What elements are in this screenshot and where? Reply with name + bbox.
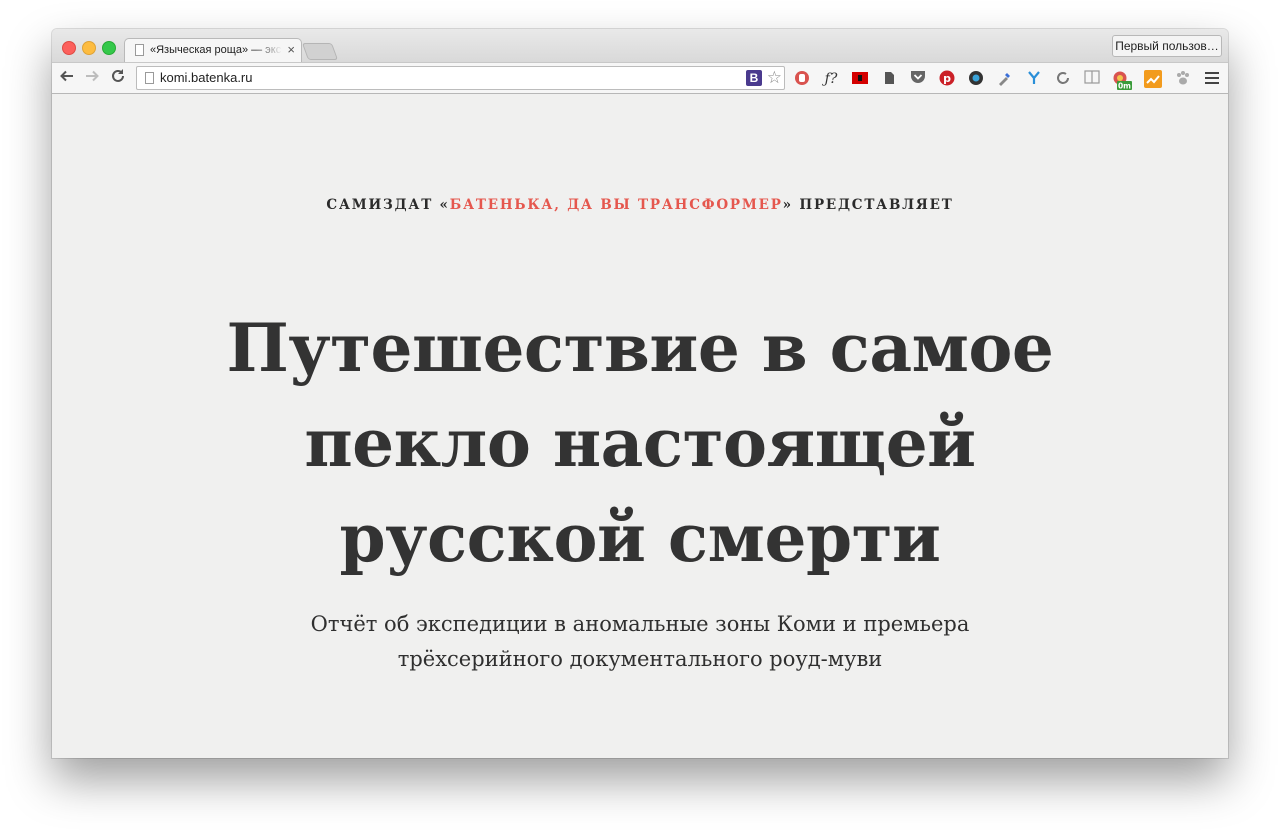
presents-prefix: САМИЗДАТ « — [326, 197, 450, 213]
profile-button[interactable]: Первый пользов… — [1112, 35, 1222, 57]
browser-toolbar: komi.batenka.ru B ☆ ƒ? p 0m — [52, 62, 1228, 94]
presents-line: САМИЗДАТ «БАТЕНЬКА, ДА ВЫ ТРАНСФОРМЕР» П… — [52, 197, 1228, 213]
headline-line-3: русской смерти — [339, 499, 941, 577]
paw-icon[interactable] — [1174, 70, 1192, 88]
evernote-icon[interactable] — [880, 70, 898, 88]
subtitle-line-2: трёхсерийного документального роуд-муви — [397, 647, 883, 671]
zoom-window-button[interactable] — [102, 41, 116, 55]
page-icon — [145, 72, 154, 84]
reader-icon[interactable] — [1083, 70, 1101, 88]
publisher-link[interactable]: БАТЕНЬКА, ДА ВЫ ТРАНСФОРМЕР — [450, 197, 783, 213]
pinterest-icon[interactable]: p — [938, 70, 956, 88]
title-bar: «Языческая роща» — экс × Первый пользов… — [52, 29, 1228, 62]
analytics-icon[interactable] — [1144, 70, 1162, 88]
url-text: komi.batenka.ru — [160, 70, 253, 85]
reload-ext-icon[interactable] — [1054, 70, 1072, 88]
badge-label: 0m — [1118, 82, 1131, 91]
eyedropper-icon[interactable] — [996, 70, 1014, 88]
minimize-window-button[interactable] — [82, 41, 96, 55]
bookmark-star-icon[interactable]: ☆ — [767, 68, 782, 88]
badge-icon[interactable]: 0m — [1112, 70, 1132, 91]
presents-suffix: » ПРЕДСТАВЛЯЕТ — [782, 197, 954, 213]
tab-close-icon[interactable]: × — [287, 42, 295, 57]
headline-line-2: пекло настоящей — [304, 404, 976, 482]
new-tab-button[interactable] — [301, 43, 339, 60]
lens-icon[interactable] — [967, 70, 985, 88]
hamburger-menu-icon[interactable] — [1205, 72, 1219, 84]
b-extension-icon[interactable]: B — [746, 70, 762, 86]
browser-tab-active[interactable]: «Языческая роща» — экс × — [124, 38, 302, 62]
headline-line-1: Путешествие в самое — [226, 309, 1054, 387]
page-headline: Путешествие в самое пекло настоящей русс… — [140, 301, 1140, 586]
page-subtitle: Отчёт об экспедиции в аномальные зоны Ко… — [202, 607, 1078, 677]
svg-text:p: p — [943, 72, 951, 85]
address-bar[interactable]: komi.batenka.ru B ☆ — [136, 66, 785, 90]
f-question-icon[interactable]: ƒ? — [822, 70, 840, 88]
back-arrow-icon[interactable] — [57, 68, 77, 88]
browser-window: «Языческая роща» — экс × Первый пользов…… — [52, 29, 1228, 758]
flag-icon[interactable] — [851, 70, 869, 88]
pocket-icon[interactable] — [909, 70, 927, 88]
page-content: САМИЗДАТ «БАТЕНЬКА, ДА ВЫ ТРАНСФОРМЕР» П… — [52, 94, 1228, 758]
tab-title: «Языческая роща» — экс — [150, 44, 282, 56]
forward-arrow-icon[interactable] — [82, 68, 102, 88]
y-icon[interactable] — [1025, 70, 1043, 88]
subtitle-line-1: Отчёт об экспедиции в аномальные зоны Ко… — [310, 612, 970, 636]
close-window-button[interactable] — [62, 41, 76, 55]
hand-icon[interactable] — [793, 70, 811, 88]
reload-icon[interactable] — [108, 68, 128, 88]
page-favicon-icon — [135, 44, 144, 56]
